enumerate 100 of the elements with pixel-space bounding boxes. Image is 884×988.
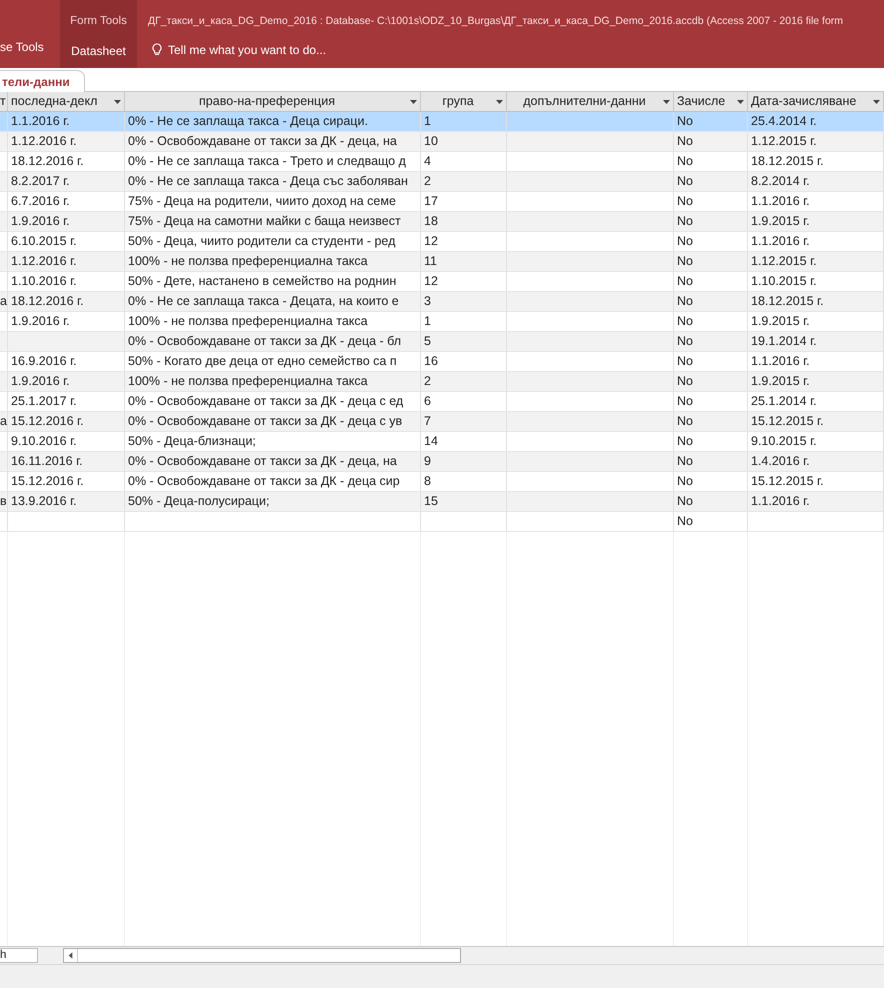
tell-me-field[interactable]: Tell me what you want to do... [168, 40, 326, 59]
caret-icon[interactable] [737, 100, 744, 104]
table-cell-text: 50% - Деца-близнаци; [128, 433, 256, 450]
table-cell-text: No [677, 113, 693, 130]
table-cell-text: 18.12.2015 г. [751, 153, 824, 170]
table-row[interactable]: 1.9.2016 г. 100% - не ползва преференциална такса 2 No 1.9.2015 г. [0, 372, 884, 392]
caret-icon[interactable] [873, 100, 880, 104]
table-row[interactable]: 6.7.2016 г. 75% - Деца на родители, чиито доход на семе 17 No 1.1.2016 г. [0, 192, 884, 212]
table-row[interactable]: 6.10.2015 г. 50% - Деца, чиито родители са студенти - ред 12 No 1.1.2016 г. [0, 232, 884, 252]
table-cell-text: 0% - Не се заплаща такса - Трето и следващо д [128, 153, 406, 170]
table-row[interactable]: 15.12.2016 г. 0% - Освобождаване от такси за ДК - деца сир 8 No 15.12.2015 г. [0, 472, 884, 492]
column-header[interactable]: Зачисле [674, 92, 748, 111]
table-cell-text: No [677, 433, 693, 450]
table-cell-text: 14 [424, 433, 438, 450]
table-cell-text: 1.12.2016 г. [11, 253, 77, 270]
column-header[interactable]: допълнителни-данни [507, 92, 674, 111]
table-cell-text: 25.1.2017 г. [11, 393, 77, 410]
document-tab[interactable]: тели-данни [0, 70, 85, 92]
table-cell-text: 1.9.2015 г. [751, 313, 810, 330]
table-cell-text: 18 [424, 213, 438, 230]
table-cell-text: 1.10.2016 г. [11, 273, 77, 290]
table-cell-text: 0% - Не се заплаща такса - Деца със заболяван [128, 173, 408, 190]
table-cell-text: No [677, 353, 693, 370]
table-cell-text: 1.9.2015 г. [751, 373, 810, 390]
table-row[interactable]: в 13.9.2016 г. 50% - Деца-полусираци; 15 No 1.1.2016 г. [0, 492, 884, 512]
table-row[interactable]: а 15.12.2016 г. 0% - Освобождаване от такси за ДК - деца с ув 7 No 15.12.2015 г. [0, 412, 884, 432]
horizontal-scrollbar[interactable] [63, 948, 461, 963]
table-cell-text: 25.4.2014 г. [751, 113, 817, 130]
table-row[interactable]: 25.1.2017 г. 0% - Освобождаване от такси за ДК - деца с ед 6 No 25.1.2014 г. [0, 392, 884, 412]
table-row[interactable]: 16.11.2016 г. 0% - Освобождаване от такси за ДК - деца, на 9 No 1.4.2016 г. [0, 452, 884, 472]
table-cell-text: 1.12.2016 г. [11, 133, 77, 150]
table-cell-text: 6.10.2015 г. [11, 233, 77, 250]
table-row[interactable]: 9.10.2016 г. 50% - Деца-близнаци; 14 No 9.10.2015 г. [0, 432, 884, 452]
table-cell-text: 9 [424, 453, 431, 470]
table-cell-text: 7 [424, 413, 431, 430]
table-cell-text: 75% - Деца на самотни майки с баща неизвест [128, 213, 401, 230]
table-cell-text: 50% - Дете, настанено в семейство на роднин [128, 273, 396, 290]
table-cell-text: 25.1.2014 г. [751, 393, 817, 410]
table-cell-text: 1.1.2016 г. [751, 193, 810, 210]
column-header[interactable]: Дата-зачисляване [748, 92, 884, 111]
table-cell-text: 8.2.2014 г. [751, 173, 810, 190]
caret-icon[interactable] [496, 100, 503, 104]
table-cell-text: 2 [424, 373, 431, 390]
table-row[interactable]: 1.12.2016 г. 0% - Освобождаване от такси за ДК - деца, на 10 No 1.12.2015 г. [0, 132, 884, 152]
caret-icon[interactable] [410, 100, 417, 104]
table-cell-text: 9.10.2016 г. [11, 433, 77, 450]
caret-icon[interactable] [114, 100, 121, 104]
search-field[interactable]: h [0, 948, 38, 963]
table-cell-text: 15.12.2015 г. [751, 473, 824, 490]
table-cell-text: 18.12.2016 г. [11, 153, 84, 170]
table-cell-text: No [677, 453, 693, 470]
table-cell-text: 0% - Освобождаване от такси за ДК - деца с ув [128, 413, 402, 430]
column-header[interactable]: последна-декл [8, 92, 125, 111]
table-cell-text: а [0, 293, 7, 310]
table-cell-text: 4 [424, 153, 431, 170]
table-cell-text: 11 [424, 253, 437, 270]
table-cell-text: No [677, 373, 693, 390]
ribbon-tab[interactable]: se Tools [0, 38, 44, 56]
table-cell-text: 1.1.2016 г. [751, 353, 810, 370]
table-cell-text: 100% - не ползва преференциална такса [128, 313, 368, 330]
table-cell-text: 1.1.2016 г. [751, 233, 810, 250]
ribbon-tab[interactable]: Datasheet [71, 42, 126, 60]
table-cell-text: 1.9.2016 г. [11, 373, 70, 390]
table-cell-text: 1.1.2016 г. [751, 493, 810, 510]
table-cell-text: в [0, 493, 7, 510]
table-cell-text: 8.2.2017 г. [11, 173, 70, 190]
lightbulb-icon [152, 43, 162, 56]
column-header[interactable]: т [0, 92, 8, 111]
column-header[interactable]: право-на-преференция [125, 92, 421, 111]
table-row[interactable]: 8.2.2017 г. 0% - Не се заплаща такса - Деца със заболяван 2 No 8.2.2014 г. [0, 172, 884, 192]
table-row[interactable]: No [0, 512, 884, 532]
table-cell-text: 1.9.2016 г. [11, 313, 70, 330]
table-cell-text: 16 [424, 353, 438, 370]
table-cell-text: 5 [424, 333, 431, 350]
table-cell-text: 16.11.2016 г. [11, 453, 83, 470]
table-row[interactable]: 1.9.2016 г. 100% - не ползва преференциална такса 1 No 1.9.2015 г. [0, 312, 884, 332]
table-row[interactable]: а 18.12.2016 г. 0% - Не се заплаща такса - Децата, на които е 3 No 18.12.2015 г. [0, 292, 884, 312]
window-title: ДГ_такси_и_каса_DG_Demo_2016 : Database- C:\1001s\ODZ_10_Burgas\ДГ_такси_и_каса_DG_Demo_2016.accdb (Access 2007 - 2016 file form [148, 14, 844, 29]
table-row[interactable]: 0% - Освобождаване от такси за ДК - деца - бл 5 No 19.1.2014 г. [0, 332, 884, 352]
table-row[interactable]: 1.12.2016 г. 100% - не ползва преференциална такса 11 No 1.12.2015 г. [0, 252, 884, 272]
table-cell-text: 3 [424, 293, 431, 310]
table-cell-text: No [677, 513, 693, 530]
table-cell-text: No [677, 333, 693, 350]
table-row[interactable]: 16.9.2016 г. 50% - Когато две деца от едно семейство са п 16 No 1.1.2016 г. [0, 352, 884, 372]
table-cell-text: 1.9.2015 г. [751, 213, 810, 230]
table-cell-text: 0% - Не се заплаща такса - Деца сираци. [128, 113, 368, 130]
column-header[interactable]: група [421, 92, 507, 111]
table-cell-text: No [677, 173, 693, 190]
table-row[interactable]: 1.9.2016 г. 75% - Деца на самотни майки с баща неизвест 18 No 1.9.2015 г. [0, 212, 884, 232]
caret-icon[interactable] [663, 100, 670, 104]
table-row[interactable]: 1.10.2016 г. 50% - Дете, настанено в семейство на роднин 12 No 1.10.2015 г. [0, 272, 884, 292]
table-cell-text: 100% - не ползва преференциална такса [128, 373, 368, 390]
table-row[interactable]: 1.1.2016 г. 0% - Не се заплаща такса - Деца сираци. 1 No 25.4.2014 г. [0, 112, 884, 132]
table-cell-text: 50% - Деца, чиито родители са студенти - ред [128, 233, 396, 250]
table-cell-text: 6.7.2016 г. [11, 193, 70, 210]
table-cell-text: 0% - Не се заплаща такса - Децата, на които е [128, 293, 399, 310]
table-row[interactable]: 18.12.2016 г. 0% - Не се заплаща такса - Трето и следващо д 4 No 18.12.2015 г. [0, 152, 884, 172]
table-cell-text: 15.12.2016 г. [11, 473, 84, 490]
table-cell-text: 1.12.2015 г. [751, 133, 817, 150]
table-cell-text: No [677, 293, 693, 310]
